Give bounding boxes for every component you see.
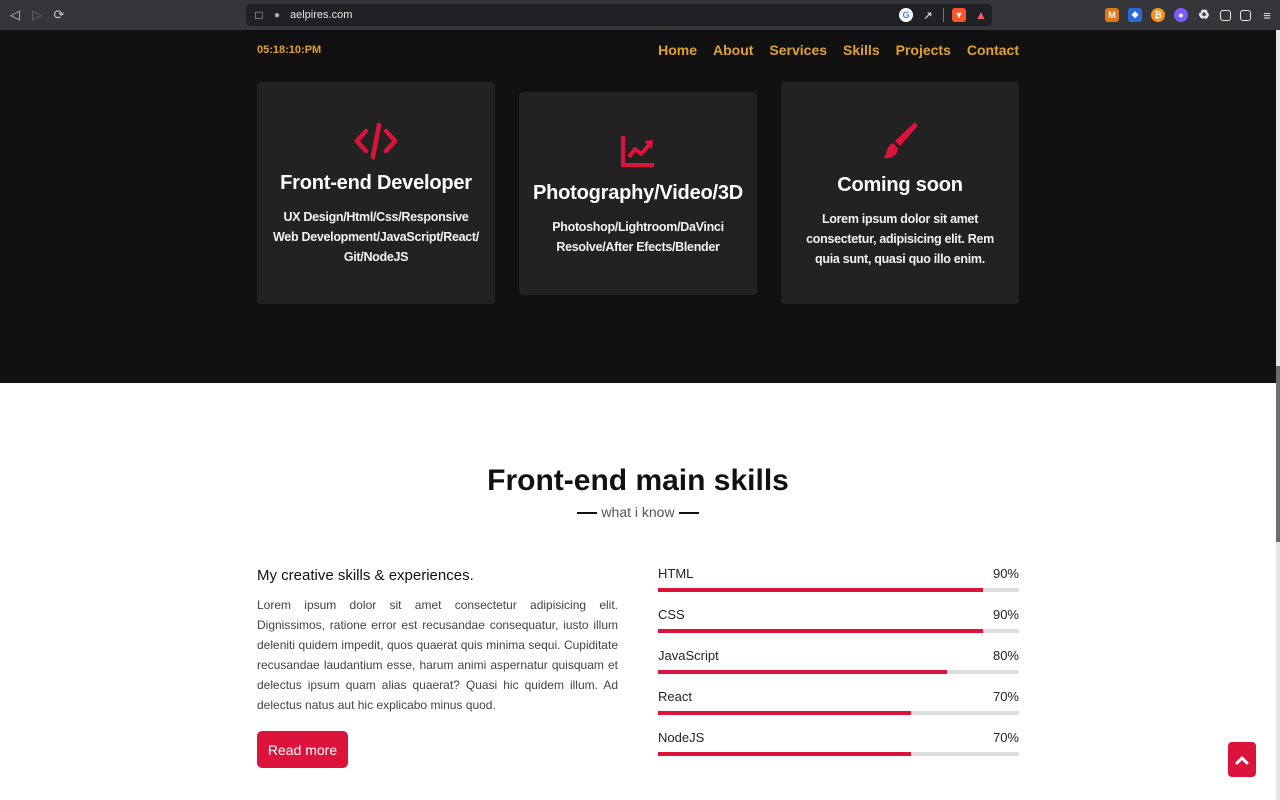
skills-subtitle-text: what i know	[601, 504, 675, 520]
service-title: Coming soon	[837, 174, 963, 196]
coin-icon[interactable]: ₿	[1151, 8, 1165, 22]
forward-icon[interactable]: ▷	[26, 0, 48, 30]
skill-fill	[658, 629, 983, 633]
skill-name: CSS	[658, 607, 685, 622]
skill-bar-css: CSS 90%	[658, 607, 1019, 648]
main-nav: Home About Services Skills Projects Cont…	[658, 42, 1019, 58]
skill-percent: 70%	[992, 689, 1019, 704]
skill-bars: HTML 90% CSS 90% JavaScript 80% React 70…	[658, 566, 1019, 771]
nav-services[interactable]: Services	[769, 42, 827, 58]
service-title: Photography/Video/3D	[532, 182, 744, 204]
extension-icon[interactable]: ❖	[1128, 8, 1142, 22]
services-section: 05:18:10:PM Home About Services Skills P…	[0, 30, 1276, 383]
nav-projects[interactable]: Projects	[896, 42, 951, 58]
url-text[interactable]: aelpires.com	[290, 9, 352, 21]
skill-name: JavaScript	[658, 648, 719, 663]
nav-skills[interactable]: Skills	[843, 42, 880, 58]
skill-track	[658, 711, 1019, 715]
skill-track	[658, 629, 1019, 633]
service-text: Photoshop/Lightroom/DaVinci Resolve/Afte…	[552, 220, 724, 254]
service-text: Lorem ipsum dolor sit amet consectetur, …	[806, 212, 994, 266]
service-card-frontend: Front-end Developer UX Design/Html/Css/R…	[257, 82, 495, 304]
skills-title: Front-end main skills	[487, 464, 789, 497]
scrollbar-thumb[interactable]	[1276, 366, 1280, 542]
reload-icon[interactable]: ⟳	[48, 0, 70, 30]
skill-percent: 90%	[992, 566, 1019, 581]
share-icon[interactable]: ↗	[921, 8, 935, 22]
skill-bar-nodejs: NodeJS 70%	[658, 730, 1019, 771]
brave-rewards-icon[interactable]: ▲	[974, 8, 988, 22]
code-icon	[257, 122, 495, 160]
skill-percent: 80%	[992, 648, 1019, 663]
puzzle-icon[interactable]: ♻	[1197, 7, 1211, 22]
skill-bar-html: HTML 90%	[658, 566, 1019, 607]
read-more-button[interactable]: Read more	[257, 731, 348, 768]
skill-bar-react: React 70%	[658, 689, 1019, 730]
address-bar[interactable]: □ ● aelpires.com G ↗ ▼ ▲	[246, 4, 992, 26]
chart-line-icon	[519, 134, 757, 168]
skill-percent: 70%	[992, 730, 1019, 745]
bookmark-icon[interactable]: □	[248, 8, 270, 22]
scroll-to-top-button[interactable]	[1228, 742, 1256, 777]
browser-toolbar: ◁ ▷ ⟳ □ ● aelpires.com G ↗ ▼ ▲ M ❖ ₿ ● ♻…	[0, 0, 1280, 30]
skill-track	[658, 752, 1019, 756]
wallet-panel-icon[interactable]	[1240, 9, 1251, 21]
skill-percent: 90%	[992, 607, 1019, 622]
service-card-photography: Photography/Video/3D Photoshop/Lightroom…	[519, 92, 757, 295]
wallet-icon[interactable]: ●	[1174, 8, 1188, 22]
skills-heading: My creative skills & experiences.	[257, 567, 474, 584]
extensions-bar: M ❖ ₿ ● ♻ ≡	[1105, 0, 1274, 30]
skill-name: React	[658, 689, 692, 704]
nav-contact[interactable]: Contact	[967, 42, 1019, 58]
lock-icon: ●	[273, 9, 281, 21]
paint-brush-icon	[781, 120, 1019, 162]
google-icon[interactable]: G	[899, 8, 913, 22]
skills-paragraph: Lorem ipsum dolor sit amet consectetur a…	[257, 598, 618, 712]
menu-icon[interactable]: ≡	[1260, 8, 1274, 23]
sidebar-icon[interactable]	[1220, 9, 1231, 21]
service-card-coming-soon: Coming soon Lorem ipsum dolor sit amet c…	[781, 82, 1019, 304]
skill-track	[658, 588, 1019, 592]
skill-name: NodeJS	[658, 730, 705, 745]
nav-about[interactable]: About	[713, 42, 753, 58]
chevron-up-icon	[1235, 756, 1249, 764]
brave-shield-icon[interactable]: ▼	[952, 8, 966, 22]
skills-subtitle: what i know	[0, 504, 1276, 520]
skill-fill	[658, 711, 911, 715]
nav-home[interactable]: Home	[658, 42, 697, 58]
clock: 05:18:10:PM	[257, 44, 322, 56]
skill-track	[658, 670, 1019, 674]
metamask-icon[interactable]: M	[1105, 8, 1119, 22]
skills-intro: My creative skills & experiences. Lorem …	[257, 567, 618, 715]
service-text: UX Design/Html/Css/Responsive Web Develo…	[273, 210, 479, 264]
skill-fill	[658, 588, 983, 592]
skill-fill	[658, 670, 947, 674]
skill-fill	[658, 752, 911, 756]
skill-name: HTML	[658, 566, 694, 581]
back-icon[interactable]: ◁	[4, 0, 26, 30]
skill-bar-javascript: JavaScript 80%	[658, 648, 1019, 689]
service-title: Front-end Developer	[280, 172, 472, 194]
